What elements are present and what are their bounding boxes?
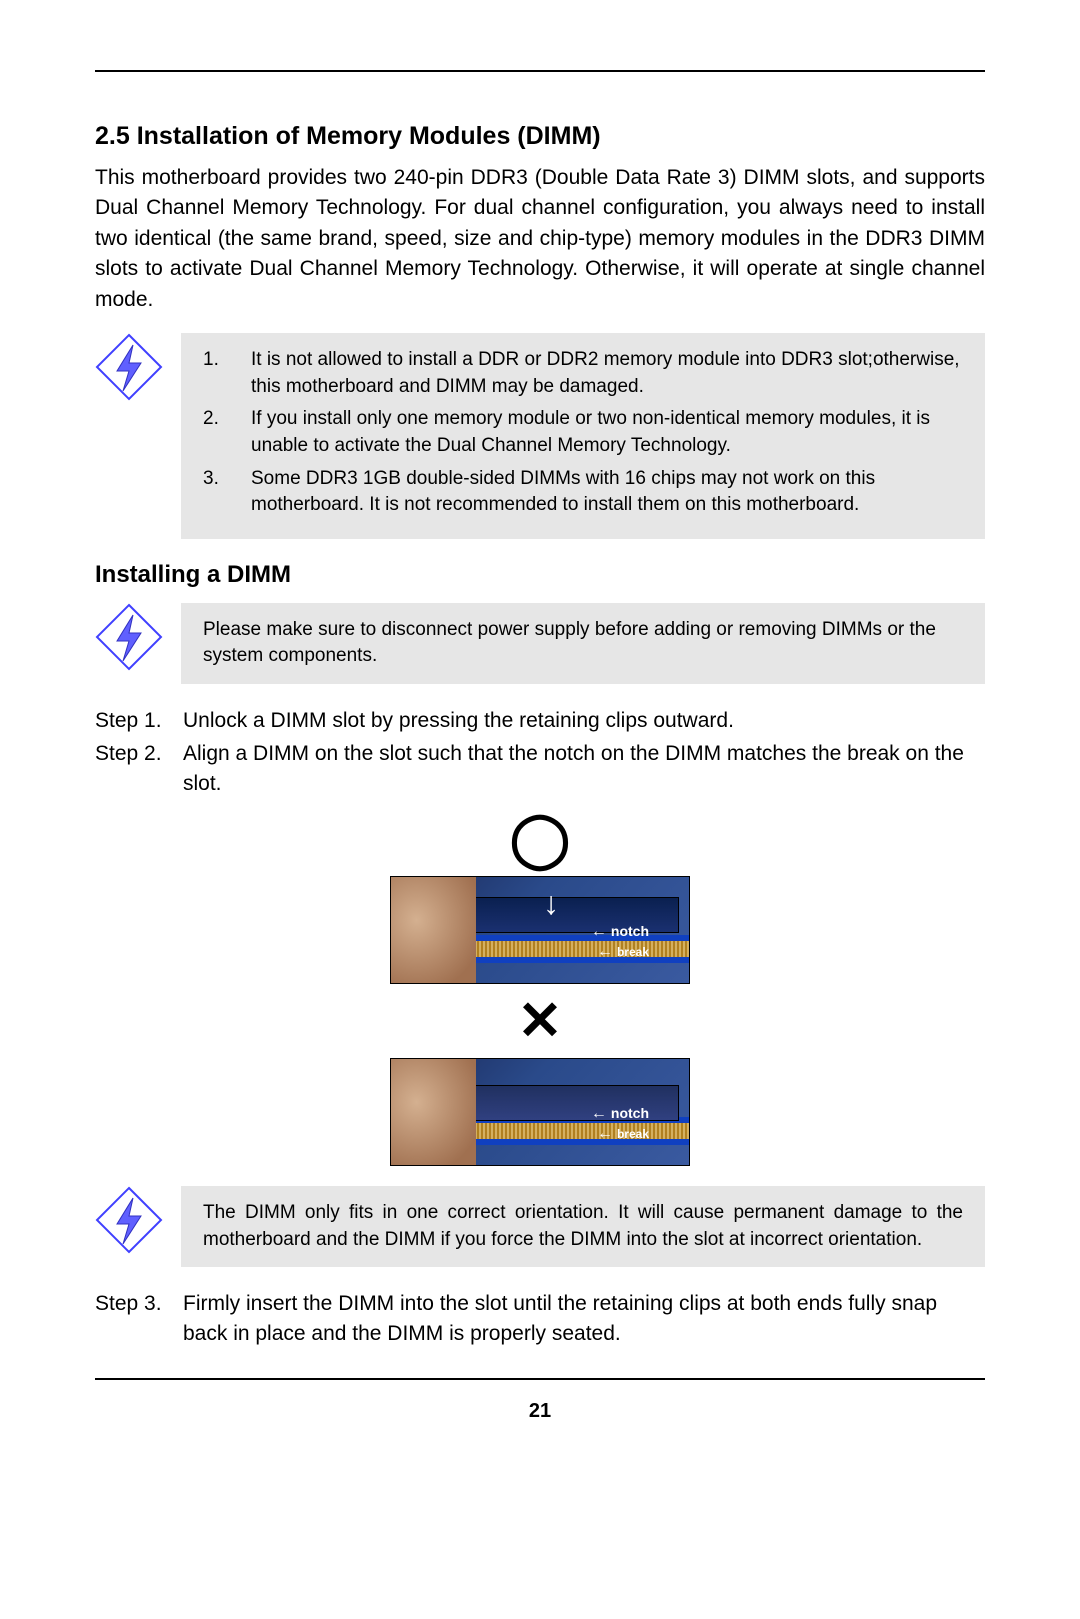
break-label: ←break — [597, 943, 649, 961]
top-rule — [95, 70, 985, 72]
note1-num-1: 1. — [203, 347, 251, 400]
note1-text-2: If you install only one memory module or… — [251, 406, 963, 459]
step-row: Step 1. Unlock a DIMM slot by pressing t… — [95, 706, 985, 735]
note1-text-3: Some DDR3 1GB double-sided DIMMs with 16… — [251, 466, 963, 519]
note3-text: The DIMM only fits in one correct orient… — [203, 1202, 963, 1250]
caution-note-1-body: 1. It is not allowed to install a DDR or… — [181, 333, 985, 539]
step-label: Step 2. — [95, 739, 183, 798]
bottom-rule — [95, 1378, 985, 1380]
note1-num-3: 3. — [203, 466, 251, 519]
step-row: Step 2. Align a DIMM on the slot such th… — [95, 739, 985, 798]
dimm-correct-photo: ↓ ←notch ←break — [390, 876, 690, 984]
step-text: Unlock a DIMM slot by pressing the retai… — [183, 706, 985, 735]
caution-note-3: The DIMM only fits in one correct orient… — [95, 1186, 985, 1267]
note1-text-1: It is not allowed to install a DDR or DD… — [251, 347, 963, 400]
note1-num-2: 2. — [203, 406, 251, 459]
step-text: Align a DIMM on the slot such that the n… — [183, 739, 985, 798]
incorrect-symbol-icon: ✕ — [517, 994, 562, 1048]
break-label: ←break — [597, 1125, 649, 1143]
lightning-warning-icon — [95, 1186, 163, 1254]
caution-note-2: Please make sure to disconnect power sup… — [95, 603, 985, 684]
section-intro: This motherboard provides two 240-pin DD… — [95, 163, 985, 315]
caution-note-2-body: Please make sure to disconnect power sup… — [181, 603, 985, 684]
lightning-warning-icon — [95, 603, 163, 671]
step-text: Firmly insert the DIMM into the slot unt… — [183, 1289, 985, 1348]
section-heading: 2.5 Installation of Memory Modules (DIMM… — [95, 122, 985, 151]
dimm-incorrect-photo: ←notch ←break — [390, 1058, 690, 1166]
sub-heading: Installing a DIMM — [95, 561, 985, 589]
arrow-down-icon: ↓ — [543, 887, 559, 919]
correct-symbol-icon: ◯ — [510, 812, 570, 866]
notch-label: ←notch — [591, 1105, 649, 1123]
step-label: Step 1. — [95, 706, 183, 735]
notch-label: ←notch — [591, 923, 649, 941]
steps-group-a: Step 1. Unlock a DIMM slot by pressing t… — [95, 706, 985, 798]
lightning-warning-icon — [95, 333, 163, 401]
note2-text: Please make sure to disconnect power sup… — [203, 619, 936, 667]
steps-group-b: Step 3. Firmly insert the DIMM into the … — [95, 1289, 985, 1348]
step-label: Step 3. — [95, 1289, 183, 1348]
page-number: 21 — [95, 1400, 985, 1423]
dimm-figure: ◯ ↓ ←notch ←break ✕ ←notch ←break — [95, 812, 985, 1166]
caution-note-3-body: The DIMM only fits in one correct orient… — [181, 1186, 985, 1267]
caution-note-1: 1. It is not allowed to install a DDR or… — [95, 333, 985, 539]
step-row: Step 3. Firmly insert the DIMM into the … — [95, 1289, 985, 1348]
